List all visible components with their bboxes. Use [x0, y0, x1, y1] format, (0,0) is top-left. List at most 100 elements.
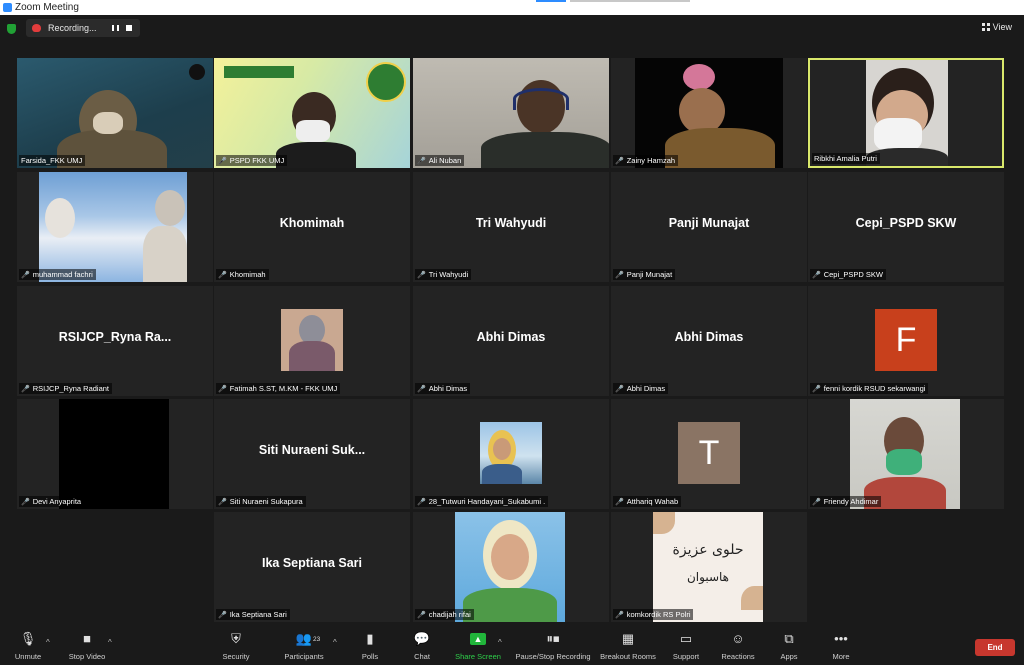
- chat-button[interactable]: 💬 Chat: [410, 631, 434, 661]
- view-button-label: View: [992, 22, 1012, 32]
- unmute-button[interactable]: 🎙 Unmute: [10, 631, 46, 661]
- participant-tile[interactable]: 🎤 28_Tutwuri Handayani_Sukabumi .: [413, 399, 609, 509]
- muted-mic-icon: 🎤: [218, 499, 227, 506]
- participant-nameplate: 🎤 Abhi Dimas: [415, 383, 471, 394]
- participant-video: [39, 172, 187, 282]
- participants-count: 23: [313, 636, 321, 643]
- participant-tile[interactable]: 🎤 Friendy Ahdimar: [808, 399, 1004, 509]
- banner-logo: [224, 66, 294, 78]
- pause-recording-icon[interactable]: [112, 25, 119, 31]
- muted-mic-icon: 🎤: [812, 499, 821, 506]
- gallery-grid-icon: [981, 23, 990, 31]
- participant-profile-photo: [480, 422, 542, 484]
- polls-button[interactable]: ▮ Polls: [358, 631, 382, 661]
- participant-nameplate: 🎤 komkordik RS Polri: [613, 609, 694, 620]
- participant-profile-photo: [281, 309, 343, 371]
- participant-nameplate: 🎤 Ika Septiana Sari: [216, 609, 290, 620]
- pause-stop-recording-button[interactable]: ⏸⏹ Pause/Stop Recording: [514, 631, 592, 661]
- participant-nameplate: 🎤 Cepi_PSPD SKW: [810, 269, 886, 280]
- muted-mic-icon: 🎤: [417, 272, 426, 279]
- participant-video: [214, 58, 410, 168]
- participant-nameplate: 🎤 Atthariq Wahab: [613, 496, 682, 507]
- meeting-toolbar: 🎙 Unmute ^ ■ Stop Video ^ ⛨ Security 👥 P…: [0, 625, 1024, 665]
- participant-tile[interactable]: Tri Wahyudi 🎤 Tri Wahyudi: [413, 172, 609, 282]
- share-screen-button[interactable]: ▲ Share Screen: [454, 631, 502, 661]
- security-button[interactable]: ⛨ Security: [220, 631, 252, 661]
- participant-tile[interactable]: 🎤 muhammad fachri: [17, 172, 213, 282]
- recording-indicator: Recording...: [26, 19, 140, 37]
- participant-tile[interactable]: T 🎤 Atthariq Wahab: [611, 399, 807, 509]
- microphone-muted-icon: 🎙: [19, 631, 37, 646]
- participant-video: [17, 58, 213, 168]
- participant-tile[interactable]: Siti Nuraeni Suk... 🎤 Siti Nuraeni Sukapu…: [214, 399, 410, 509]
- video-options-chevron-icon[interactable]: ^: [108, 638, 112, 647]
- muted-mic-icon: 🎤: [417, 499, 426, 506]
- muted-mic-icon: 🎤: [21, 386, 30, 393]
- participant-tile[interactable]: 🎤Farsida_FKK UMJ: [17, 58, 213, 168]
- participant-nameplate: 🎤 Ali Nuban: [415, 155, 465, 166]
- participant-nameplate: 🎤 fenni kordik RSUD sekarwangi: [810, 383, 929, 394]
- participant-tile[interactable]: Abhi Dimas 🎤 Abhi Dimas: [611, 286, 807, 396]
- muted-mic-icon: 🎤: [218, 158, 227, 165]
- end-meeting-button[interactable]: End: [975, 639, 1015, 656]
- apps-button[interactable]: ⧉ Apps: [776, 631, 802, 661]
- participant-video: [850, 399, 960, 509]
- stop-recording-icon[interactable]: [126, 25, 132, 31]
- participant-tile-active-speaker[interactable]: 🎤Ribkhi Amalia Putri: [808, 58, 1004, 168]
- participant-tile[interactable]: Cepi_PSPD SKW 🎤 Cepi_PSPD SKW: [808, 172, 1004, 282]
- participant-tile[interactable]: 🎤 PSPD FKK UMJ: [214, 58, 410, 168]
- participant-tile[interactable]: 🎤 Ali Nuban: [413, 58, 609, 168]
- participant-tile[interactable]: حلوى عزيزة هاسبوان 🎤 komkordik RS Polri: [611, 512, 807, 622]
- support-button[interactable]: ▭ Support: [670, 631, 702, 661]
- participant-tile[interactable]: Khomimah 🎤 Khomimah: [214, 172, 410, 282]
- reactions-button[interactable]: ☺ Reactions: [720, 631, 756, 661]
- zoom-app-icon: [3, 3, 12, 12]
- participant-tile[interactable]: 🎤 Fatimah S.ST, M.KM - FKK UMJ: [214, 286, 410, 396]
- participant-nameplate: 🎤 Fatimah S.ST, M.KM - FKK UMJ: [216, 383, 341, 394]
- title-bar: Zoom Meeting: [0, 0, 1024, 15]
- participant-tile[interactable]: 🎤 Devi Anyaprita: [17, 399, 213, 509]
- participant-display-name: Tri Wahyudi: [475, 216, 547, 230]
- view-button[interactable]: View: [981, 22, 1012, 32]
- muted-mic-icon: 🎤: [615, 612, 624, 619]
- more-button[interactable]: ••• More: [828, 631, 854, 661]
- participant-tile[interactable]: 🎤 chadijah rifai: [413, 512, 609, 622]
- muted-mic-icon: 🎤: [218, 386, 227, 393]
- participant-display-name: Ika Septiana Sari: [261, 556, 363, 570]
- participant-profile-image: حلوى عزيزة هاسبوان: [653, 512, 763, 622]
- muted-mic-icon: 🎤: [218, 272, 227, 279]
- encryption-shield-icon[interactable]: [7, 24, 16, 34]
- muted-mic-icon: 🎤: [615, 272, 624, 279]
- participant-tile[interactable]: 🎤 Zainy Hamzah: [611, 58, 807, 168]
- muted-mic-icon: 🎤: [417, 158, 426, 165]
- participant-nameplate: 🎤 muhammad fachri: [19, 269, 96, 280]
- muted-mic-icon: 🎤: [417, 612, 426, 619]
- participant-tile[interactable]: Panji Munajat 🎤 Panji Munajat: [611, 172, 807, 282]
- participant-nameplate: 🎤 Tri Wahyudi: [415, 269, 472, 280]
- participant-tile[interactable]: Abhi Dimas 🎤 Abhi Dimas: [413, 286, 609, 396]
- video-camera-icon: ■: [83, 631, 91, 646]
- chat-bubble-icon: 💬: [413, 631, 431, 646]
- participant-avatar: T: [678, 422, 740, 484]
- muted-mic-icon: 🎤: [21, 272, 30, 279]
- participant-display-name: Abhi Dimas: [674, 330, 744, 344]
- participant-video: [866, 60, 948, 166]
- audio-options-chevron-icon[interactable]: ^: [46, 638, 50, 647]
- share-options-chevron-icon[interactable]: ^: [498, 638, 502, 647]
- participant-tile[interactable]: F 🎤 fenni kordik RSUD sekarwangi: [808, 286, 1004, 396]
- support-screen-icon: ▭: [679, 631, 693, 646]
- participant-display-name: Siti Nuraeni Suk...: [258, 443, 366, 457]
- participant-display-name: Abhi Dimas: [476, 330, 546, 344]
- stop-video-button[interactable]: ■ Stop Video: [64, 631, 110, 661]
- participants-options-chevron-icon[interactable]: ^: [333, 638, 337, 647]
- participant-nameplate: 🎤Farsida_FKK UMJ: [19, 155, 86, 166]
- participant-tile[interactable]: Ika Septiana Sari 🎤 Ika Septiana Sari: [214, 512, 410, 622]
- more-dots-icon: •••: [834, 631, 848, 646]
- polls-bar-chart-icon: ▮: [366, 631, 374, 646]
- muted-mic-icon: 🎤: [417, 386, 426, 393]
- share-hint-bar: [536, 0, 566, 2]
- participant-tile[interactable]: RSIJCP_Ryna Ra... 🎤 RSIJCP_Ryna Radiant: [17, 286, 213, 396]
- breakout-rooms-button[interactable]: ▦ Breakout Rooms: [598, 631, 658, 661]
- university-seal-icon: [366, 62, 406, 102]
- reactions-smiley-icon: ☺: [731, 631, 745, 646]
